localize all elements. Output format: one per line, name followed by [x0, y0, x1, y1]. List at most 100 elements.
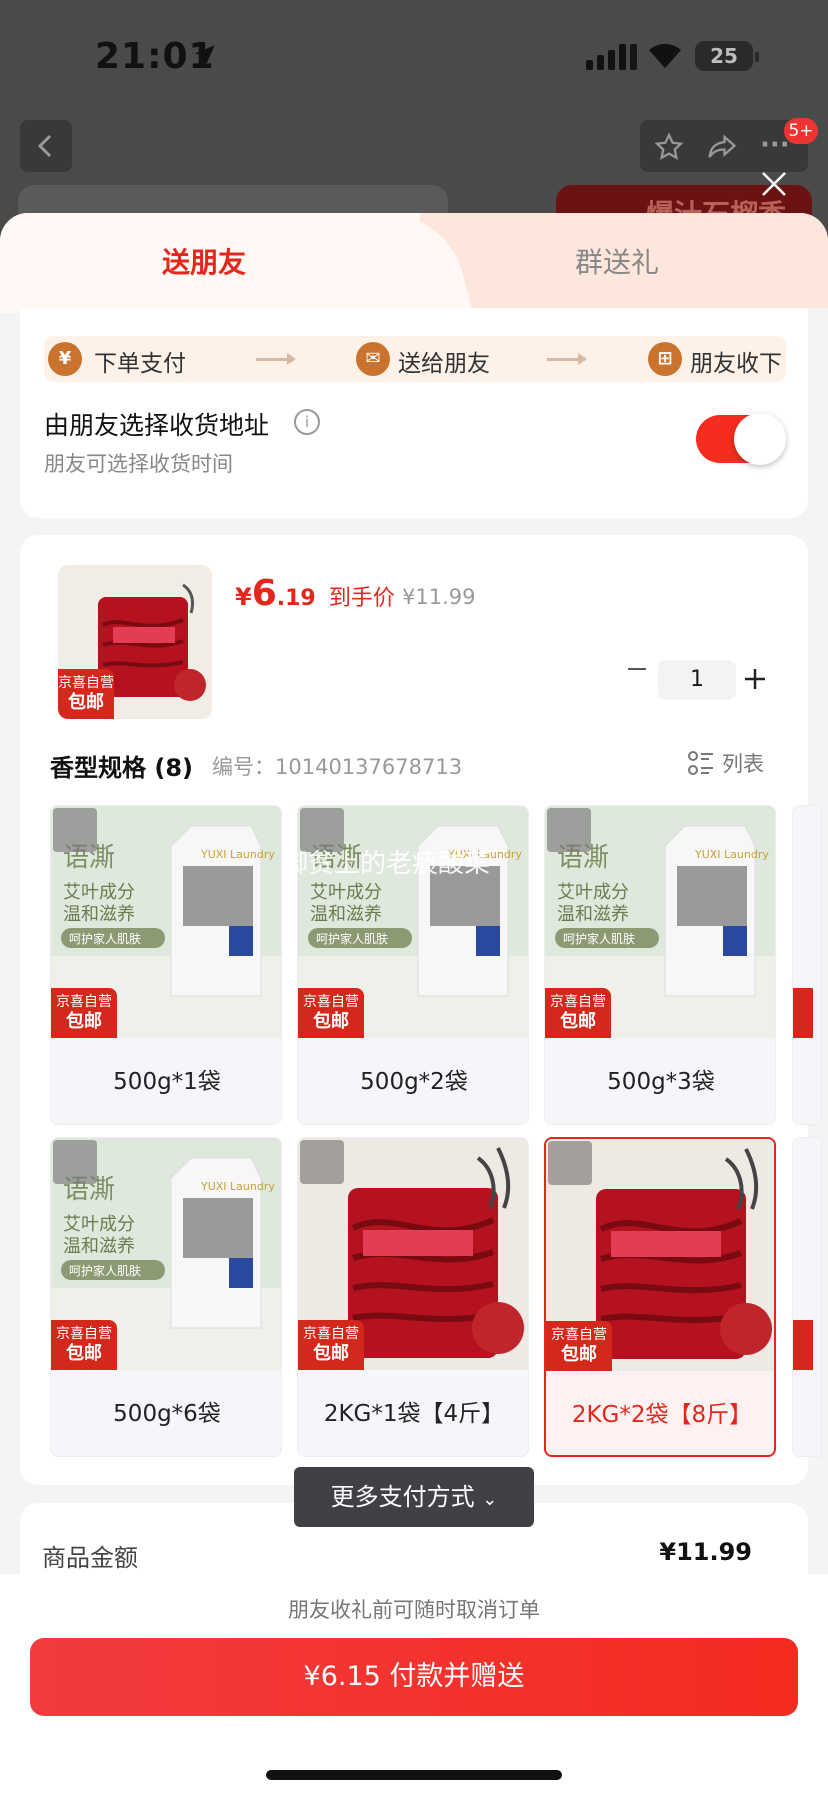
final-price: ¥6.19 到手价 — [235, 573, 395, 614]
product-card: 京喜自营 包邮 ¥6.19 到手价 ¥11.99 1 香型规格 (8) 编号：10… — [20, 535, 822, 1485]
nav-actions: ··· — [640, 120, 808, 172]
footer: 朋友收礼前可随时取消订单 ¥6.15 付款并赠送 — [0, 1574, 828, 1795]
self-operated-tag: 京喜自营 包邮 — [545, 988, 611, 1038]
star-icon[interactable] — [654, 132, 684, 162]
self-operated-tag: 京喜自营 包邮 — [298, 1320, 364, 1370]
self-operated-text: 京喜自营 — [303, 994, 359, 1010]
self-operated-text: 京喜自营 — [550, 994, 606, 1010]
sku-option[interactable]: 语澌 艾叶成分 温和滋养 呵护家人肌肤 YUXI Laundry 京喜自营 包邮 … — [544, 805, 776, 1125]
address-option-subtitle: 朋友可选择收货时间 — [44, 452, 233, 476]
share-icon[interactable] — [706, 132, 738, 162]
home-indicator — [266, 1770, 562, 1780]
original-price: ¥11.99 — [402, 585, 476, 609]
pay-and-gift-button[interactable]: ¥6.15 付款并赠送 — [30, 1638, 798, 1716]
self-operated-tag: 京喜自营 包邮 — [51, 988, 117, 1038]
sku-label: 2KG*1袋【4斤】 — [323, 1401, 505, 1427]
friend-address-toggle[interactable] — [696, 413, 786, 465]
self-operated-tag: 京喜自营 包邮 — [51, 1320, 117, 1370]
svg-text:艾叶成分: 艾叶成分 — [63, 1214, 135, 1235]
cancel-tip: 朋友收礼前可随时取消订单 — [288, 1598, 540, 1622]
sku-option[interactable]: 京喜自营 包邮 2KG*1袋【4斤】 — [297, 1137, 529, 1457]
minus-icon[interactable] — [628, 668, 646, 670]
free-shipping-text: 包邮 — [561, 1344, 597, 1365]
sku-peek-next[interactable] — [792, 805, 822, 1125]
sku-label: 2KG*2袋【8斤】 — [571, 1402, 753, 1428]
wifi-icon — [649, 43, 681, 68]
flow-step-send: 送给朋友 — [398, 351, 490, 377]
price-label: 到手价 — [328, 586, 395, 611]
list-view-toggle[interactable]: 列表 — [722, 748, 764, 778]
svg-text:呵护家人肌肤: 呵护家人肌肤 — [69, 931, 141, 946]
tab-send-friend-label[interactable]: 送朋友 — [162, 241, 246, 281]
quantity-value[interactable]: 1 — [658, 660, 736, 700]
expand-icon[interactable] — [547, 808, 591, 852]
watermark-text: 脚贫上的老痰酸菜 — [282, 849, 491, 879]
gift-flow-steps: ¥ 下单支付 ✉ 送给朋友 ⊞ 朋友收下 — [44, 336, 786, 382]
sku-option[interactable]: 京喜自营 包邮 2KG*2袋【8斤】 — [544, 1137, 776, 1457]
sku-label: 500g*6袋 — [113, 1401, 221, 1427]
amount-value: ¥11.99 — [659, 1538, 752, 1566]
more-payment-methods-button[interactable]: 更多支付方式 ⌄ — [294, 1467, 534, 1527]
self-operated-text: 京喜自营 — [56, 1326, 112, 1342]
expand-icon[interactable] — [548, 1141, 592, 1185]
spec-code: 编号：10140137678713 — [212, 755, 463, 779]
battery-indicator: 25 — [695, 41, 753, 71]
self-operated-text: 京喜自营 — [551, 1327, 607, 1343]
flow-arrow-icon — [547, 353, 587, 365]
svg-text:呵护家人肌肤: 呵护家人肌肤 — [563, 931, 635, 946]
free-shipping-text: 包邮 — [66, 1343, 102, 1364]
gift-icon: ⊞ — [648, 342, 682, 376]
price-integer: 6 — [251, 573, 277, 614]
svg-text:温和滋养: 温和滋养 — [310, 904, 382, 925]
back-button[interactable] — [20, 120, 72, 172]
spec-title: 香型规格 (8) — [50, 754, 193, 782]
flow-step-pay: 下单支付 — [94, 351, 186, 377]
svg-text:温和滋养: 温和滋养 — [63, 1236, 135, 1257]
price-decimal: .19 — [276, 586, 316, 611]
sku-label: 500g*2袋 — [360, 1069, 468, 1095]
self-operated-text: 京喜自营 — [58, 675, 114, 691]
chevron-left-icon — [37, 134, 52, 158]
svg-text:呵护家人肌肤: 呵护家人肌肤 — [69, 1263, 141, 1278]
svg-text:艾叶成分: 艾叶成分 — [557, 882, 629, 903]
info-icon[interactable]: i — [294, 409, 320, 435]
sku-label: 500g*3袋 — [607, 1069, 715, 1095]
svg-text:艾叶成分: 艾叶成分 — [63, 882, 135, 903]
list-view-icon[interactable] — [688, 751, 714, 777]
chevron-down-icon: ⌄ — [482, 1489, 498, 1510]
svg-text:YUXI Laundry: YUXI Laundry — [200, 848, 275, 861]
free-shipping-text: 包邮 — [560, 1011, 596, 1032]
expand-icon[interactable] — [53, 1140, 97, 1184]
status-bar: 21:01 25 — [0, 0, 828, 110]
flow-step-receive: 朋友收下 — [690, 351, 782, 377]
svg-text:YUXI Laundry: YUXI Laundry — [200, 1180, 275, 1193]
self-operated-tag: 京喜自营 包邮 — [546, 1321, 612, 1371]
svg-text:呵护家人肌肤: 呵护家人肌肤 — [316, 931, 388, 946]
plus-icon[interactable] — [744, 668, 766, 690]
yuan-icon: ¥ — [48, 342, 82, 376]
amount-label: 商品金额 — [42, 1544, 138, 1572]
sku-option[interactable]: 语澌 艾叶成分 温和滋养 呵护家人肌肤 YUXI Laundry 京喜自营 包邮 … — [50, 1137, 282, 1457]
more-payment-label: 更多支付方式 — [330, 1483, 475, 1511]
notification-badge: 5+ — [784, 118, 818, 144]
cellular-signal-icon — [586, 44, 637, 70]
gift-sheet: 送朋友 群送礼 ¥ 下单支付 ✉ 送给朋友 ⊞ 朋友收下 由朋友选择收货地址 i… — [0, 213, 828, 1795]
gift-flow-card: ¥ 下单支付 ✉ 送给朋友 ⊞ 朋友收下 由朋友选择收货地址 i 朋友可选择收货… — [20, 308, 808, 518]
battery-tip — [755, 52, 759, 62]
free-shipping-text: 包邮 — [313, 1011, 349, 1032]
svg-text:温和滋养: 温和滋养 — [63, 904, 135, 925]
product-thumbnail[interactable]: 京喜自营 包邮 — [58, 565, 212, 719]
sku-label: 500g*1袋 — [113, 1069, 221, 1095]
close-icon[interactable] — [760, 170, 788, 198]
tab-group-gift-label[interactable]: 群送礼 — [575, 241, 659, 281]
self-operated-tag: 京喜自营 包邮 — [58, 669, 114, 719]
toggle-knob — [734, 413, 786, 465]
free-shipping-text: 包邮 — [68, 692, 104, 713]
svg-text:YUXI Laundry: YUXI Laundry — [694, 848, 769, 861]
expand-icon[interactable] — [53, 808, 97, 852]
self-operated-text: 京喜自营 — [56, 994, 112, 1010]
expand-icon[interactable] — [300, 1140, 344, 1184]
wechat-icon: ✉ — [356, 342, 390, 376]
sku-option[interactable]: 语澌 艾叶成分 温和滋养 呵护家人肌肤 YUXI Laundry 京喜自营 包邮 … — [50, 805, 282, 1125]
sku-peek-next[interactable] — [792, 1137, 822, 1457]
